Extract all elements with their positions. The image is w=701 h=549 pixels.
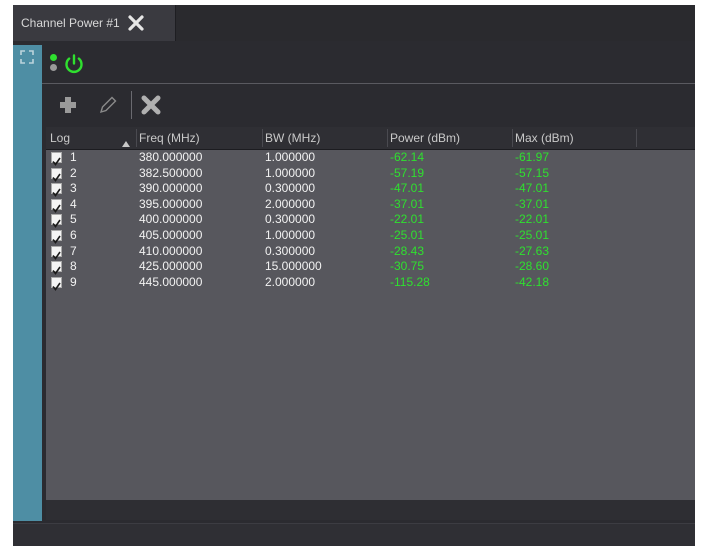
cell-log: 9	[70, 274, 77, 289]
power-icon[interactable]	[63, 53, 85, 75]
table-row[interactable]: 8 425.000000 15.000000 -30.75 -28.60	[46, 259, 695, 275]
cell-power: -115.28	[390, 274, 430, 289]
column-header-power[interactable]: Power (dBm)	[390, 127, 460, 149]
table-row[interactable]: 7 410.000000 0.300000 -28.43 -27.63	[46, 244, 695, 260]
cell-log: 3	[70, 181, 77, 196]
channel-table: Log Freq (MHz) BW (MHz) Power (dBm) Max …	[46, 127, 695, 500]
cell-freq: 382.500000	[139, 165, 203, 180]
cell-power: -47.01	[390, 181, 425, 196]
column-divider	[636, 129, 637, 147]
table-row[interactable]: 6 405.000000 1.000000 -25.01 -25.01	[46, 228, 695, 244]
cell-freq: 400.000000	[139, 212, 203, 227]
column-divider	[512, 129, 513, 147]
column-divider	[262, 129, 263, 147]
cell-log: 6	[70, 227, 77, 242]
cell-freq: 405.000000	[139, 227, 203, 242]
horizontal-scrollbar[interactable]	[46, 500, 695, 520]
cell-power: -28.43	[390, 243, 425, 258]
pencil-icon[interactable]	[96, 93, 120, 117]
column-divider	[387, 129, 388, 147]
bottom-status-bar	[13, 523, 695, 546]
cell-max: -37.01	[515, 196, 550, 211]
log-checkbox[interactable]	[51, 167, 62, 182]
table-row[interactable]: 2 382.500000 1.000000 -57.19 -57.15	[46, 166, 695, 182]
cell-max: -57.15	[515, 165, 550, 180]
cell-max: -61.97	[515, 150, 550, 164]
toolbar	[42, 85, 695, 125]
tab-channel-power[interactable]: Channel Power #1	[13, 5, 176, 41]
cell-freq: 395.000000	[139, 196, 203, 211]
log-checkbox[interactable]	[51, 152, 62, 166]
table-row[interactable]: 1 380.000000 1.000000 -62.14 -61.97	[46, 150, 695, 166]
cell-power: -22.01	[390, 212, 425, 227]
cell-power: -62.14	[390, 150, 425, 164]
status-row	[42, 45, 695, 84]
cell-bw: 15.000000	[265, 259, 322, 274]
close-icon[interactable]	[126, 13, 146, 33]
status-indicator	[50, 54, 58, 74]
cell-freq: 425.000000	[139, 259, 203, 274]
status-dot-idle-icon	[50, 64, 57, 71]
log-checkbox[interactable]	[51, 214, 62, 229]
log-checkbox[interactable]	[51, 261, 62, 275]
cell-power: -37.01	[390, 196, 425, 211]
table-row[interactable]: 3 390.000000 0.300000 -47.01 -47.01	[46, 181, 695, 198]
table-row[interactable]: 9 445.000000 2.000000 -115.28 -42.18	[46, 275, 695, 291]
tab-label: Channel Power #1	[21, 16, 120, 30]
cell-power: -30.75	[390, 259, 425, 274]
cell-bw: 1.000000	[265, 150, 316, 164]
cell-bw: 1.000000	[265, 165, 316, 180]
column-header-log[interactable]: Log	[50, 127, 70, 149]
log-checkbox[interactable]	[51, 245, 62, 260]
cell-bw: 0.300000	[265, 181, 316, 196]
cell-log: 5	[70, 212, 77, 227]
cell-bw: 2.000000	[265, 274, 316, 289]
column-header-max[interactable]: Max (dBm)	[515, 127, 574, 149]
cell-freq: 445.000000	[139, 274, 203, 289]
plus-icon[interactable]	[56, 93, 80, 117]
toolbar-separator	[131, 91, 132, 119]
cell-bw: 1.000000	[265, 227, 316, 242]
status-dot-active-icon	[50, 54, 57, 61]
column-header-bw[interactable]: BW (MHz)	[265, 127, 320, 149]
cell-power: -57.19	[390, 165, 425, 180]
cell-log: 1	[70, 150, 77, 164]
tab-bar: Channel Power #1	[13, 5, 695, 41]
cell-max: -42.18	[515, 274, 550, 289]
expand-icon[interactable]	[19, 49, 35, 65]
cell-log: 4	[70, 196, 77, 211]
cell-max: -25.01	[515, 227, 550, 242]
column-header-freq[interactable]: Freq (MHz)	[139, 127, 200, 149]
cell-freq: 410.000000	[139, 243, 203, 258]
table-body: 1 380.000000 1.000000 -62.14 -61.97 2 38…	[46, 150, 695, 291]
log-checkbox[interactable]	[51, 198, 62, 213]
table-row[interactable]: 4 395.000000 2.000000 -37.01 -37.01	[46, 197, 695, 213]
cell-log: 7	[70, 243, 77, 258]
cell-max: -27.63	[515, 243, 550, 258]
cell-bw: 0.300000	[265, 243, 316, 258]
cell-power: -25.01	[390, 227, 425, 242]
left-side-strip	[13, 45, 42, 521]
table-header: Log Freq (MHz) BW (MHz) Power (dBm) Max …	[46, 127, 695, 150]
log-checkbox[interactable]	[51, 276, 62, 291]
cell-max: -47.01	[515, 181, 550, 196]
cell-bw: 2.000000	[265, 196, 316, 211]
cell-log: 8	[70, 259, 77, 274]
cell-log: 2	[70, 165, 77, 180]
cell-max: -28.60	[515, 259, 550, 274]
delete-icon[interactable]	[139, 93, 163, 117]
cell-bw: 0.300000	[265, 212, 316, 227]
log-checkbox[interactable]	[51, 183, 62, 198]
cell-max: -22.01	[515, 212, 550, 227]
table-row[interactable]: 5 400.000000 0.300000 -22.01 -22.01	[46, 212, 695, 229]
app-window: Channel Power #1 Log Freq (MHz) BW (MHz)…	[13, 5, 695, 546]
cell-freq: 380.000000	[139, 150, 203, 164]
column-divider	[136, 129, 137, 147]
cell-freq: 390.000000	[139, 181, 203, 196]
log-checkbox[interactable]	[51, 229, 62, 244]
channel-power-panel: Log Freq (MHz) BW (MHz) Power (dBm) Max …	[42, 45, 695, 521]
